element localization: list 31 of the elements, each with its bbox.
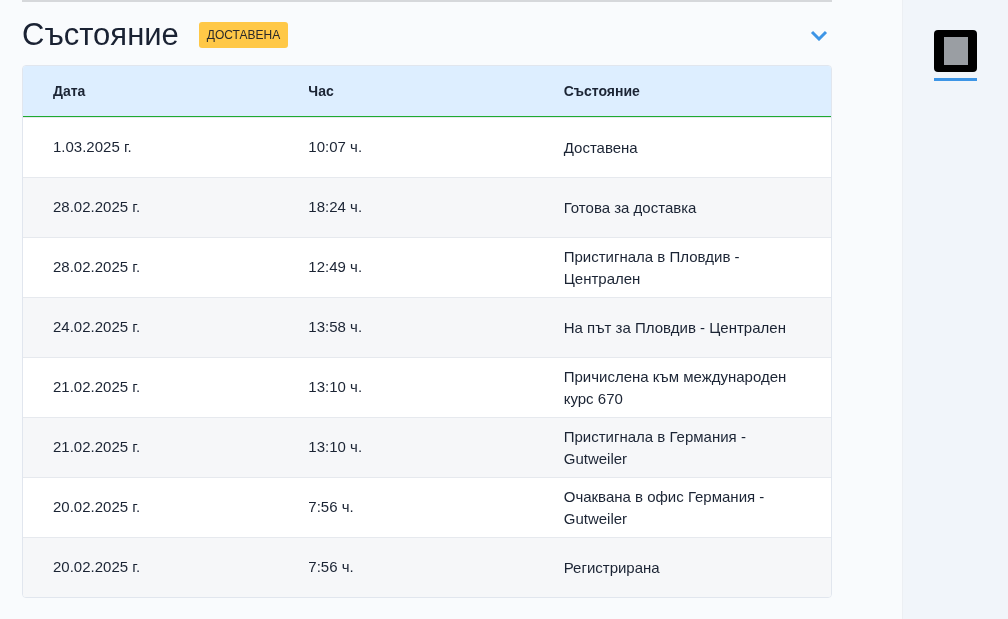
section-title: Състояние [22,15,179,54]
time-cell: 18:24 ч. [308,198,363,216]
time-cell: 7:56 ч. [308,498,354,516]
column-header: Състояние [563,82,640,99]
status-cell: Готова за доставка [563,198,697,216]
status-cell: Очаквана в офис Германия - Gutweiler [563,487,765,527]
time-cell: 7:56 ч. [308,558,354,576]
time-cell: 10:07 ч. [308,138,363,156]
date-cell: 20.02.2025 г. [53,498,141,516]
date-cell: 28.02.2025 г. [53,258,141,276]
status-cell: Причислена към международен курс 670 [563,367,787,407]
time-cell: 13:10 ч. [308,438,363,456]
date-cell: 21.02.2025 г. [53,438,141,456]
date-cell: 24.02.2025 г. [53,318,141,336]
status-badge: ДОСТАВЕНА [198,21,289,48]
chevron-icon[interactable] [810,28,828,41]
status-cell: Регистрирана [563,558,660,576]
date-cell: 20.02.2025 г. [53,558,141,576]
photo-thumbnail[interactable] [934,30,977,72]
time-cell: 13:10 ч. [308,378,363,396]
column-header: Дата [53,82,86,99]
status-cell: Пристигнала в Пловдив - Централен [563,247,740,287]
column-header: Час [308,82,334,99]
date-cell: 21.02.2025 г. [53,378,141,396]
date-cell: 28.02.2025 г. [53,198,141,216]
time-cell: 13:58 ч. [308,318,363,336]
status-cell: Пристигнала в Германия - Gutweiler [563,427,746,467]
time-cell: 12:49 ч. [308,258,363,276]
status-cell: Доставена [563,138,638,156]
status-cell: На път за Пловдив - Централен [563,318,786,336]
date-cell: 1.03.2025 г. [53,138,132,156]
